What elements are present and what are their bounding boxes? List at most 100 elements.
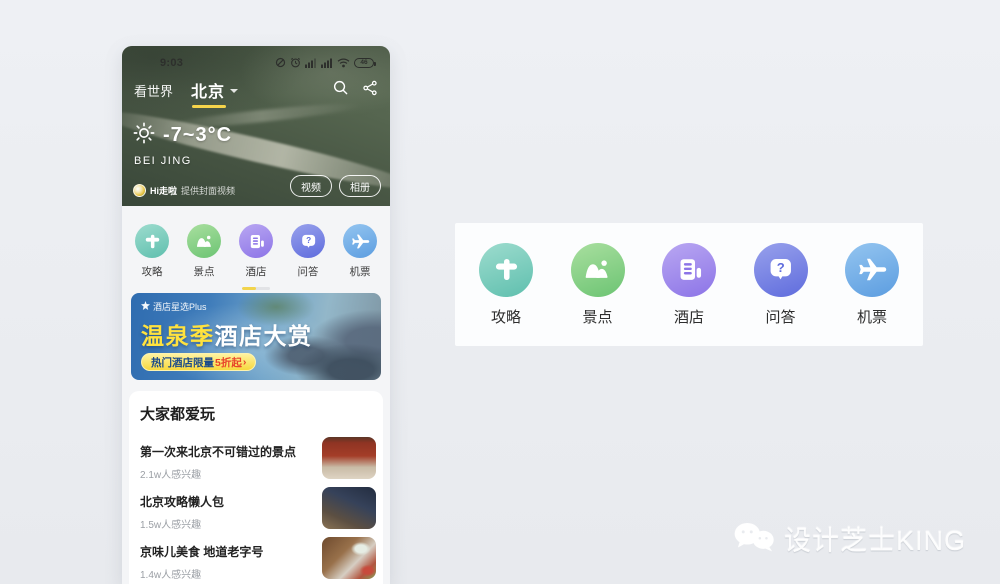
chevron-down-icon: [230, 89, 238, 93]
wifi-icon: [337, 58, 350, 68]
city-name-en: BEI JING: [134, 155, 192, 167]
search-icon[interactable]: [332, 79, 349, 101]
banner-brand: 酒店星选Plus: [141, 300, 207, 313]
provider-note: 提供封面视频: [181, 184, 235, 197]
hotel-building-icon: [662, 243, 716, 297]
airplane-icon: [343, 224, 377, 258]
nav-item-flights[interactable]: 机票: [843, 243, 901, 327]
nav-item-guides[interactable]: 攻略: [132, 224, 172, 279]
signpost-icon: [479, 243, 533, 297]
nav-item-attractions[interactable]: 景点: [184, 224, 224, 279]
banner-title-highlight: 温泉季: [141, 323, 215, 349]
status-icons: 46: [275, 57, 374, 68]
nav-label: 景点: [194, 264, 215, 279]
banner-brand-text: 酒店星选Plus: [153, 300, 207, 313]
cta-arrow-icon: ›: [243, 356, 247, 368]
nav-label: 问答: [765, 306, 795, 327]
hero-nav: 看世界 北京: [122, 72, 390, 102]
nav-item-guides[interactable]: 攻略: [477, 243, 535, 327]
nav-label: 攻略: [491, 306, 521, 327]
tab-city-beijing[interactable]: 北京: [191, 78, 238, 102]
provider-avatar: [133, 184, 146, 197]
battery-icon: 46: [354, 58, 374, 68]
nav-item-qa[interactable]: ? 问答: [288, 224, 328, 279]
list-item-title: 京味儿美食 地道老字号: [140, 543, 263, 560]
carousel-page-indicator[interactable]: [242, 287, 270, 290]
provider-name: Hi走啦: [150, 184, 177, 197]
list-item-text: 北京攻略懒人包 1.5w人感兴趣: [140, 487, 224, 531]
forbidden-city-thumbnail: [322, 437, 376, 479]
popular-section-card: 大家都爱玩 第一次来北京不可错过的景点 2.1w人感兴趣 北京攻略懒人包 1.5…: [129, 391, 383, 584]
svg-text:?: ?: [777, 260, 785, 275]
watermark: 设计芝士KING: [733, 519, 966, 558]
nav-label: 机票: [857, 306, 887, 327]
beijing-food-thumbnail: [322, 537, 376, 579]
alarm-icon: [290, 57, 301, 68]
sun-icon: [133, 122, 155, 149]
quick-nav-section: 攻略 景点 酒店 ? 问答 机票: [122, 224, 390, 290]
signal-icon: [305, 58, 317, 68]
nav-label: 机票: [350, 264, 371, 279]
battery-percent: 46: [360, 59, 367, 66]
share-icon[interactable]: [362, 80, 378, 101]
nav-item-attractions[interactable]: 景点: [569, 243, 627, 327]
nav-item-flights[interactable]: 机票: [340, 224, 380, 279]
status-time: 9:03: [160, 57, 183, 69]
list-item[interactable]: 京味儿美食 地道老字号 1.4w人感兴趣: [140, 537, 376, 579]
nav-label: 酒店: [674, 306, 704, 327]
city-name: 北京: [191, 78, 225, 102]
mute-icon: [275, 57, 286, 68]
phone-screenshot: 9:03 46 看世界 北京: [122, 46, 390, 584]
hero-actions: 视频 相册: [290, 175, 381, 197]
album-button[interactable]: 相册: [339, 175, 381, 197]
question-bubble-icon: ?: [754, 243, 808, 297]
list-item-title: 第一次来北京不可错过的景点: [140, 443, 296, 460]
star-icon: [141, 301, 150, 312]
quick-nav-row: 攻略 景点 酒店 ? 问答 机票: [132, 224, 380, 279]
watermark-text: 设计芝士KING: [784, 519, 966, 558]
nav-label: 问答: [298, 264, 319, 279]
carousel-active-page: [242, 287, 256, 290]
nav-item-hotels[interactable]: 酒店: [236, 224, 276, 279]
popular-list: 第一次来北京不可错过的景点 2.1w人感兴趣 北京攻略懒人包 1.5w人感兴趣 …: [140, 437, 376, 579]
video-button[interactable]: 视频: [290, 175, 332, 197]
nav-item-hotels[interactable]: 酒店: [660, 243, 718, 327]
list-item[interactable]: 北京攻略懒人包 1.5w人感兴趣: [140, 487, 376, 529]
weather-block: -7~3°C: [133, 122, 232, 149]
wechat-icon: [733, 521, 777, 557]
list-item-meta: 1.4w人感兴趣: [140, 566, 263, 581]
section-title: 大家都爱玩: [140, 403, 376, 424]
temperature: -7~3°C: [163, 124, 232, 147]
banner-cta-button[interactable]: 热门酒店限量 5折起 ›: [141, 353, 256, 371]
signpost-icon: [135, 224, 169, 258]
banner-title: 温泉季酒店大赏: [141, 317, 313, 351]
nav-label: 酒店: [246, 264, 267, 279]
nav-label: 景点: [582, 306, 612, 327]
list-item-meta: 2.1w人感兴趣: [140, 466, 296, 481]
nav-label: 攻略: [142, 264, 163, 279]
svg-text:?: ?: [306, 235, 311, 245]
nav-item-qa[interactable]: ? 问答: [752, 243, 810, 327]
design-canvas: 9:03 46 看世界 北京: [0, 0, 1000, 584]
airplane-icon: [845, 243, 899, 297]
promo-banner[interactable]: 酒店星选Plus 温泉季酒店大赏 热门酒店限量 5折起 ›: [131, 293, 381, 380]
list-item-meta: 1.5w人感兴趣: [140, 516, 224, 531]
tab-see-world[interactable]: 看世界: [134, 81, 173, 100]
mountain-photo-icon: [187, 224, 221, 258]
cta-prefix: 热门酒店限量: [151, 355, 214, 370]
hero-nav-icons: [332, 79, 378, 101]
list-item-text: 第一次来北京不可错过的景点 2.1w人感兴趣: [140, 437, 296, 481]
cover-credit[interactable]: Hi走啦 提供封面视频: [133, 184, 235, 197]
list-item-title: 北京攻略懒人包: [140, 493, 224, 510]
icon-detail-panel: 攻略 景点 酒店 ? 问答 机票: [455, 223, 923, 346]
list-item[interactable]: 第一次来北京不可错过的景点 2.1w人感兴趣: [140, 437, 376, 479]
mountain-photo-icon: [571, 243, 625, 297]
city-aerial-thumbnail: [322, 487, 376, 529]
status-bar: 9:03 46: [122, 46, 390, 72]
cta-highlight: 5折起: [215, 355, 242, 370]
active-tab-underline: [192, 105, 226, 108]
hotel-building-icon: [239, 224, 273, 258]
signal-icon: [321, 58, 333, 68]
question-bubble-icon: ?: [291, 224, 325, 258]
list-item-text: 京味儿美食 地道老字号 1.4w人感兴趣: [140, 537, 263, 581]
